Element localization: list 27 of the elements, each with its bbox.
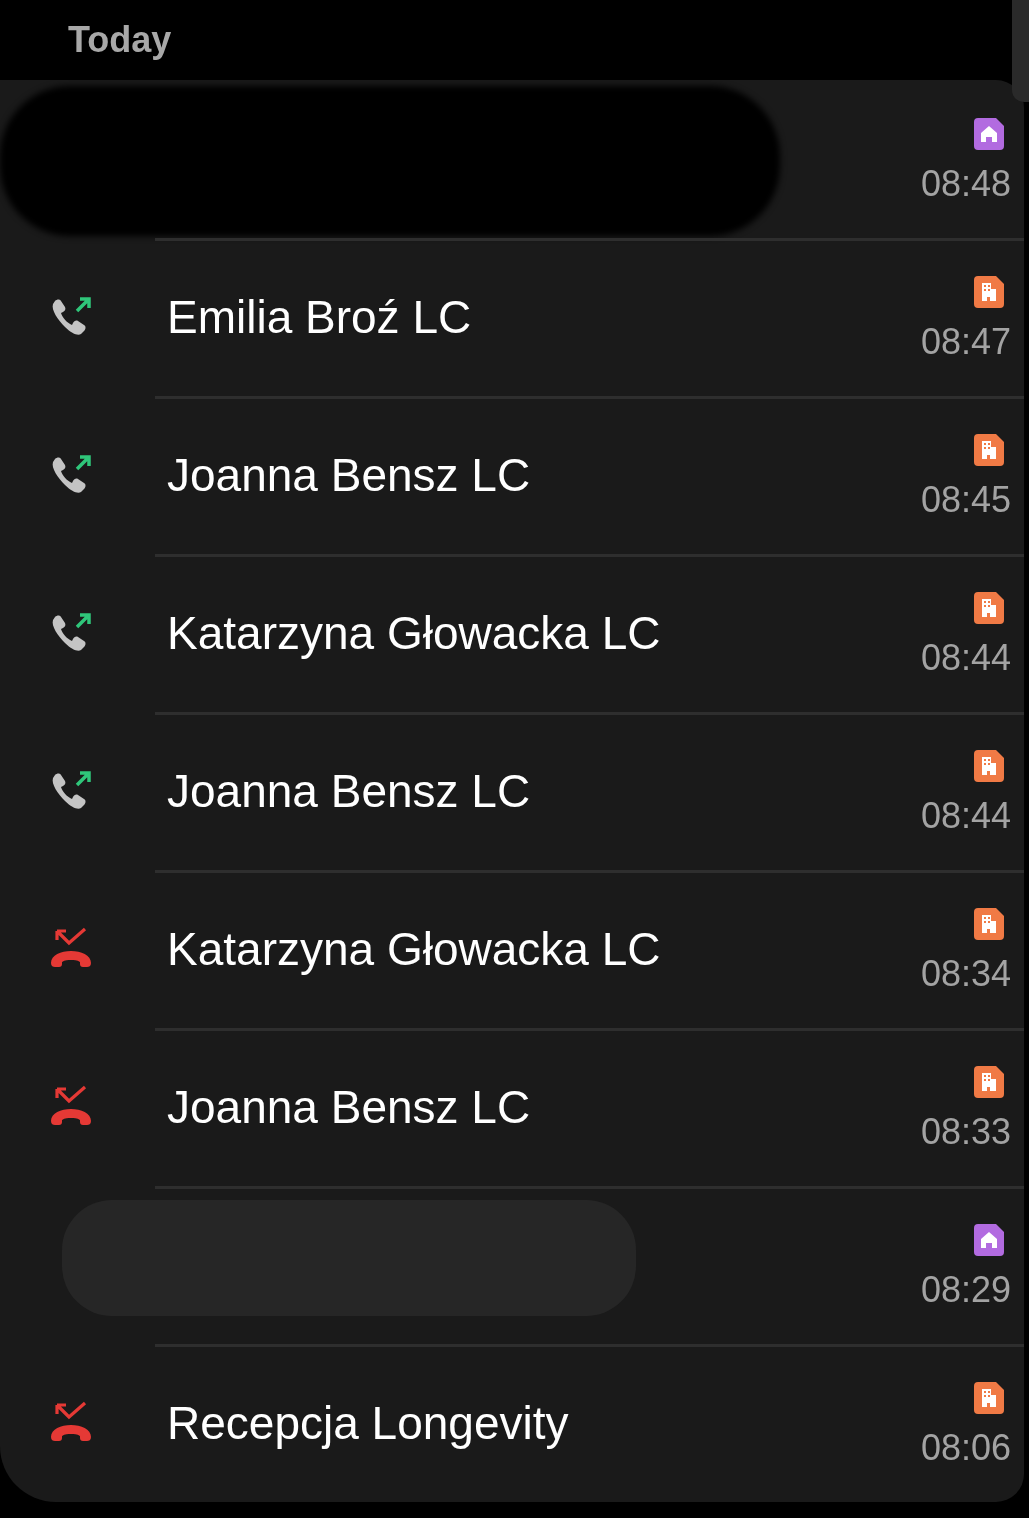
call-time: 08:06 — [920, 1430, 1011, 1466]
contact-name: Emilia Broź LC — [167, 289, 473, 345]
building-label-icon — [974, 434, 1004, 466]
building-label-icon — [974, 276, 1004, 308]
call-time: 08:47 — [920, 324, 1011, 360]
call-time: 08:45 — [920, 482, 1011, 518]
call-time: 08:48 — [920, 166, 1011, 202]
call-time: 08:44 — [920, 640, 1011, 676]
scroll-handle[interactable] — [1012, 0, 1029, 102]
contact-name: Recepcja Longevity — [167, 1395, 570, 1451]
section-header: Today — [68, 18, 172, 62]
contact-name: Joanna Bensz LC — [167, 1079, 532, 1135]
contact-name: Katarzyna Głowacka LC — [167, 605, 662, 661]
contact-name: Katarzyna Głowacka LC — [167, 921, 662, 977]
call-time: 08:29 — [920, 1272, 1011, 1308]
call-time: 08:34 — [920, 956, 1011, 992]
call-time: 08:44 — [920, 798, 1011, 834]
home-label-icon — [974, 118, 1004, 150]
building-label-icon — [974, 750, 1004, 782]
contact-name: Joanna Bensz LC — [167, 763, 532, 819]
building-label-icon — [974, 1382, 1004, 1414]
contact-name: Joanna Bensz LC — [167, 447, 532, 503]
call-time: 08:33 — [920, 1114, 1011, 1150]
building-label-icon — [974, 592, 1004, 624]
home-label-icon — [974, 1224, 1004, 1256]
building-label-icon — [974, 908, 1004, 940]
building-label-icon — [974, 1066, 1004, 1098]
